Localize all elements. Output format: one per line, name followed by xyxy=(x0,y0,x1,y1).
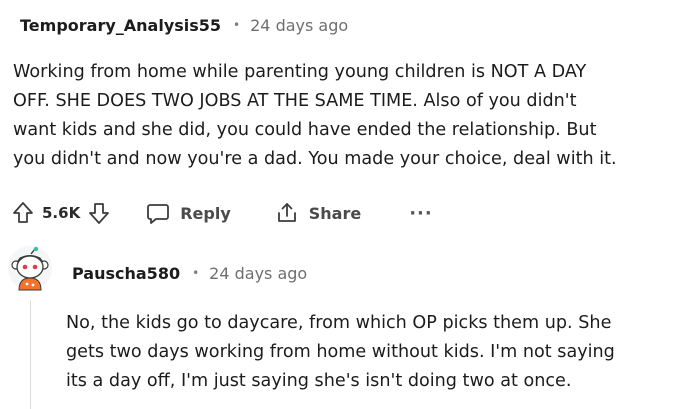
downvote-button[interactable] xyxy=(88,201,110,225)
comment-meta: Pauscha580 • 24 days ago xyxy=(72,260,307,286)
meta-separator: • xyxy=(192,266,200,280)
avatar[interactable] xyxy=(7,245,53,291)
comment-timestamp[interactable]: 24 days ago xyxy=(250,16,348,35)
comment-bubble-icon xyxy=(147,204,170,224)
upvote-button[interactable] xyxy=(12,201,34,225)
thread-line[interactable] xyxy=(30,300,31,409)
comment-body-line: Working from home while parenting young … xyxy=(13,62,587,82)
comment-actions: 5.6K Reply Share ··· xyxy=(12,197,433,229)
share-label: Share xyxy=(308,203,362,223)
reply-button[interactable]: Reply xyxy=(146,201,231,225)
share-icon xyxy=(277,203,296,222)
vote-count: 5.6K xyxy=(42,204,81,222)
comment-body: Working from home while parenting young … xyxy=(13,58,617,174)
comment-timestamp[interactable]: 24 days ago xyxy=(209,264,307,283)
snoo-avatar-icon xyxy=(8,246,52,291)
downvote-arrow-icon xyxy=(89,203,110,224)
comment-1: Temporary_Analysis55 • 24 days ago Worki… xyxy=(0,0,700,232)
share-button[interactable]: Share xyxy=(275,201,361,225)
upvote-arrow-icon xyxy=(13,202,33,223)
comment-body-line: gets two days working from home without … xyxy=(66,342,615,362)
comment-author[interactable]: Temporary_Analysis55 xyxy=(20,16,221,35)
comment-body-line: its a day off, I'm just saying she's isn… xyxy=(66,371,572,391)
meta-separator: • xyxy=(233,18,241,32)
comment-meta: Temporary_Analysis55 • 24 days ago xyxy=(20,12,348,38)
comment-author[interactable]: Pauscha580 xyxy=(72,264,180,283)
more-options-button[interactable]: ··· xyxy=(409,203,433,224)
comment-body-line: want kids and she did, you could have en… xyxy=(13,120,597,140)
comment-body-line: No, the kids go to daycare, from which O… xyxy=(66,313,612,333)
reply-label: Reply xyxy=(180,203,231,223)
comment-body-line: OFF. SHE DOES TWO JOBS AT THE SAME TIME.… xyxy=(13,91,577,111)
comment-body-line: you didn't and now you're a dad. You mad… xyxy=(13,149,617,169)
comment-body: No, the kids go to daycare, from which O… xyxy=(66,309,615,396)
